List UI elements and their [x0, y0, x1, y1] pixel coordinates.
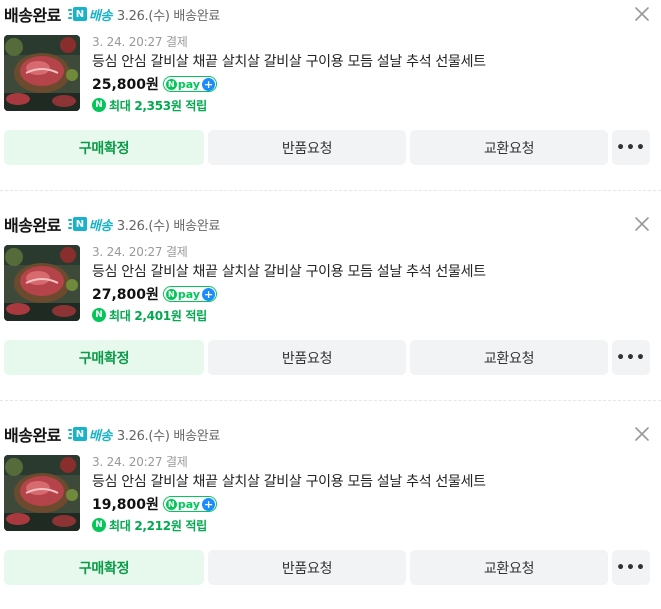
npay-badge: N pay +	[162, 76, 218, 92]
price: 25,800원	[92, 77, 159, 93]
close-icon	[635, 7, 649, 21]
naver-n-icon: N	[72, 427, 87, 441]
close-button[interactable]	[632, 4, 652, 24]
order-date: 3. 24. 20:27 결제	[92, 245, 188, 259]
n-delivery-label: 배송	[88, 218, 112, 234]
more-options-button[interactable]: •••	[612, 340, 650, 375]
return-request-button[interactable]: 반품요청	[208, 550, 406, 585]
close-icon	[635, 427, 649, 441]
confirm-purchase-button[interactable]: 구매확정	[4, 340, 204, 375]
npay-n-icon: N	[165, 498, 177, 510]
arrival-info: 3.26.(수) 배송완료	[116, 218, 221, 234]
n-delivery-badge: N 배송	[67, 425, 112, 444]
naver-points-icon: N	[92, 518, 106, 532]
close-button[interactable]	[632, 214, 652, 234]
points-row: N 최대 2,401원 적립	[92, 306, 207, 324]
points-text: 최대 2,401원 적립	[109, 308, 207, 323]
npay-n-icon: N	[165, 288, 177, 300]
n-delivery-label: 배송	[88, 8, 112, 24]
npay-text: pay	[177, 77, 201, 91]
npay-text: pay	[177, 497, 201, 511]
naver-n-icon: N	[72, 217, 87, 231]
speed-lines-icon	[67, 219, 72, 229]
price-row: 19,800원 N pay +	[92, 494, 218, 514]
return-request-button[interactable]: 반품요청	[208, 130, 406, 165]
exchange-request-button[interactable]: 교환요청	[410, 340, 608, 375]
order-card: 배송완료 N 배송 3.26.(수) 배송완료 3. 24. 20:27 결제 …	[0, 210, 661, 406]
price-row: 25,800원 N pay +	[92, 74, 218, 94]
plus-icon: +	[202, 77, 216, 91]
more-options-button[interactable]: •••	[612, 130, 650, 165]
plus-icon: +	[202, 287, 216, 301]
npay-text: pay	[177, 287, 201, 301]
npay-n-icon: N	[165, 78, 177, 90]
naver-points-icon: N	[92, 308, 106, 322]
npay-badge: N pay +	[162, 496, 218, 512]
delivery-status: 배송완료	[4, 6, 61, 25]
speed-lines-icon	[67, 9, 72, 19]
npay-badge: N pay +	[162, 286, 218, 302]
order-card: 배송완료 N 배송 3.26.(수) 배송완료 3. 24. 20:27 결제 …	[0, 420, 661, 609]
points-row: N 최대 2,212원 적립	[92, 516, 207, 534]
product-name[interactable]: 등심 안심 갈비살 채끝 살치살 갈비살 구이용 모듬 설날 추석 선물세트	[92, 261, 486, 281]
product-thumbnail[interactable]	[4, 35, 80, 111]
order-date: 3. 24. 20:27 결제	[92, 35, 188, 49]
delivery-status-row: 배송완료 N 배송 3.26.(수) 배송완료	[4, 212, 220, 236]
delivery-status: 배송완료	[4, 426, 61, 445]
price: 27,800원	[92, 287, 159, 303]
divider	[0, 400, 661, 401]
naver-n-icon: N	[72, 7, 87, 21]
exchange-request-button[interactable]: 교환요청	[410, 550, 608, 585]
order-card: 배송완료 N 배송 3.26.(수) 배송완료 3. 24. 20:27 결제 …	[0, 0, 661, 196]
n-delivery-badge: N 배송	[67, 215, 112, 234]
close-button[interactable]	[632, 424, 652, 444]
product-name[interactable]: 등심 안심 갈비살 채끝 살치살 갈비살 구이용 모듬 설날 추석 선물세트	[92, 51, 486, 71]
n-delivery-label: 배송	[88, 428, 112, 444]
naver-points-icon: N	[92, 98, 106, 112]
more-options-button[interactable]: •••	[612, 550, 650, 585]
arrival-info: 3.26.(수) 배송완료	[116, 8, 221, 24]
n-delivery-badge: N 배송	[67, 5, 112, 24]
order-date: 3. 24. 20:27 결제	[92, 455, 188, 469]
product-thumbnail[interactable]	[4, 245, 80, 321]
return-request-button[interactable]: 반품요청	[208, 340, 406, 375]
product-name[interactable]: 등심 안심 갈비살 채끝 살치살 갈비살 구이용 모듬 설날 추석 선물세트	[92, 471, 486, 491]
confirm-purchase-button[interactable]: 구매확정	[4, 130, 204, 165]
delivery-status: 배송완료	[4, 216, 61, 235]
points-text: 최대 2,353원 적립	[109, 98, 207, 113]
delivery-status-row: 배송완료 N 배송 3.26.(수) 배송완료	[4, 2, 220, 26]
confirm-purchase-button[interactable]: 구매확정	[4, 550, 204, 585]
points-row: N 최대 2,353원 적립	[92, 96, 207, 114]
exchange-request-button[interactable]: 교환요청	[410, 130, 608, 165]
delivery-status-row: 배송완료 N 배송 3.26.(수) 배송완료	[4, 422, 220, 446]
arrival-info: 3.26.(수) 배송완료	[116, 428, 221, 444]
plus-icon: +	[202, 497, 216, 511]
points-text: 최대 2,212원 적립	[109, 518, 207, 533]
product-thumbnail[interactable]	[4, 455, 80, 531]
price: 19,800원	[92, 497, 159, 513]
divider	[0, 190, 661, 191]
speed-lines-icon	[67, 429, 72, 439]
close-icon	[635, 217, 649, 231]
price-row: 27,800원 N pay +	[92, 284, 218, 304]
